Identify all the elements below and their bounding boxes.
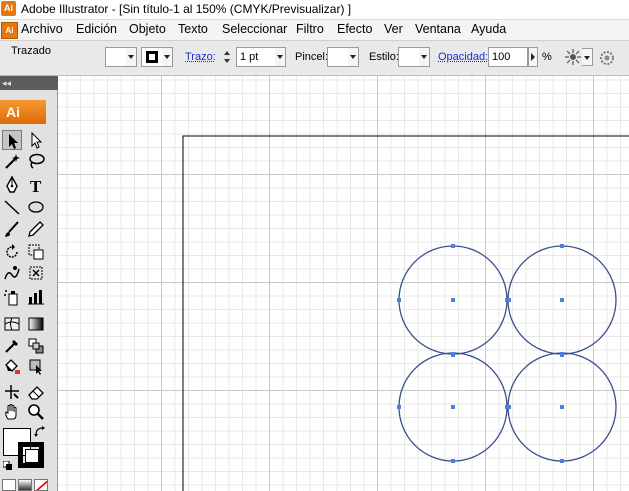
artboard-canvas[interactable] — [58, 76, 629, 491]
style-dropdown[interactable] — [419, 47, 430, 67]
anchor-points — [397, 244, 564, 463]
stroke-color-swatch[interactable] — [18, 442, 44, 468]
control-bar: Trazado Trazo: 1 pt Pincel: Estilo: Opac… — [0, 41, 629, 76]
menu-objeto[interactable]: Objeto — [129, 22, 166, 36]
opacity-slider-button[interactable] — [528, 47, 538, 67]
menu-texto[interactable]: Texto — [178, 22, 208, 36]
stroke-panel-link[interactable]: Trazo: — [185, 51, 216, 63]
mesh-tool-icon[interactable] — [2, 314, 22, 334]
hand-tool-icon[interactable] — [2, 402, 22, 422]
brush-swatch[interactable] — [327, 47, 349, 67]
opacity-panel-link[interactable]: Opacidad: — [438, 51, 488, 63]
line-tool-icon[interactable] — [2, 197, 22, 217]
fill-dropdown[interactable] — [126, 47, 137, 67]
menu-edicion[interactable]: Edición — [76, 22, 117, 36]
selection-tool-icon[interactable] — [2, 130, 22, 150]
options-icon[interactable] — [599, 50, 615, 66]
gradient-tool-icon[interactable] — [26, 314, 46, 334]
column-graph-tool-icon[interactable] — [26, 287, 46, 307]
rotate-tool-icon[interactable] — [2, 242, 22, 262]
direct-selection-tool-icon[interactable] — [26, 130, 46, 150]
tools-panel-header[interactable]: ◂◂ — [0, 76, 58, 90]
brush-dropdown[interactable] — [348, 47, 359, 67]
collapse-icon[interactable]: ◂◂ — [2, 78, 11, 89]
stroke-swatch[interactable] — [141, 47, 163, 67]
paintbrush-tool-icon[interactable] — [2, 219, 22, 239]
symbol-sprayer-tool-icon[interactable] — [2, 287, 22, 307]
warp-tool-icon[interactable] — [2, 263, 22, 283]
stroke-weight-field[interactable]: 1 pt — [236, 47, 276, 67]
recolor-artwork-icon[interactable] — [563, 47, 583, 67]
menu-ver[interactable]: Ver — [384, 22, 403, 36]
free-transform-tool-icon[interactable] — [26, 263, 46, 283]
title-bar: Ai Adobe Illustrator - [Sin título-1 al … — [0, 0, 629, 20]
scale-tool-icon[interactable] — [26, 242, 46, 262]
slice-tool-icon[interactable] — [2, 382, 22, 402]
lasso-tool-icon[interactable] — [26, 151, 46, 171]
pencil-tool-icon[interactable] — [26, 219, 46, 239]
menu-ventana[interactable]: Ventana — [415, 22, 461, 36]
menu-bar: Ai Archivo Edición Objeto Texto Seleccio… — [0, 20, 629, 41]
live-paint-bucket-tool-icon[interactable] — [2, 356, 22, 376]
opacity-unit: % — [542, 51, 552, 63]
menu-archivo[interactable]: Archivo — [21, 22, 63, 36]
menu-efecto[interactable]: Efecto — [337, 22, 372, 36]
opacity-field[interactable]: 100 — [488, 47, 528, 67]
blend-tool-icon[interactable] — [26, 336, 46, 356]
menu-ayuda[interactable]: Ayuda — [471, 22, 506, 36]
brush-label: Pincel: — [295, 51, 329, 63]
window-title: Adobe Illustrator - [Sin título-1 al 150… — [21, 2, 352, 16]
live-paint-selection-tool-icon[interactable] — [26, 356, 46, 376]
swap-fill-stroke-icon[interactable] — [34, 426, 46, 438]
stroke-dropdown[interactable] — [162, 47, 173, 67]
eyedropper-tool-icon[interactable] — [2, 336, 22, 356]
none-mode-button[interactable] — [34, 479, 48, 491]
eraser-tool-icon[interactable] — [26, 382, 46, 402]
style-swatch[interactable] — [398, 47, 420, 67]
document-icon[interactable]: Ai — [1, 22, 18, 39]
svg-text:T: T — [30, 177, 42, 195]
ellipse-tool-icon[interactable] — [26, 197, 46, 217]
menu-filtro[interactable]: Filtro — [296, 22, 324, 36]
type-tool-icon[interactable]: T — [26, 175, 46, 195]
gradient-mode-button[interactable] — [18, 479, 32, 491]
artboard-border — [182, 135, 629, 491]
magic-wand-tool-icon[interactable] — [2, 151, 22, 171]
ai-logo: Ai — [0, 100, 46, 124]
menu-seleccionar[interactable]: Seleccionar — [222, 22, 287, 36]
default-fill-stroke-icon[interactable] — [2, 460, 13, 470]
fill-swatch[interactable] — [105, 47, 127, 67]
selection-type-label: Trazado — [11, 45, 51, 57]
style-label: Estilo: — [369, 51, 399, 63]
stroke-weight-stepper[interactable] — [222, 47, 232, 67]
recolor-dropdown[interactable] — [582, 48, 593, 66]
color-mode-button[interactable] — [2, 479, 16, 491]
app-icon: Ai — [1, 1, 16, 16]
stroke-weight-dropdown[interactable] — [275, 47, 286, 67]
zoom-tool-icon[interactable] — [26, 402, 46, 422]
pen-tool-icon[interactable] — [2, 175, 22, 195]
